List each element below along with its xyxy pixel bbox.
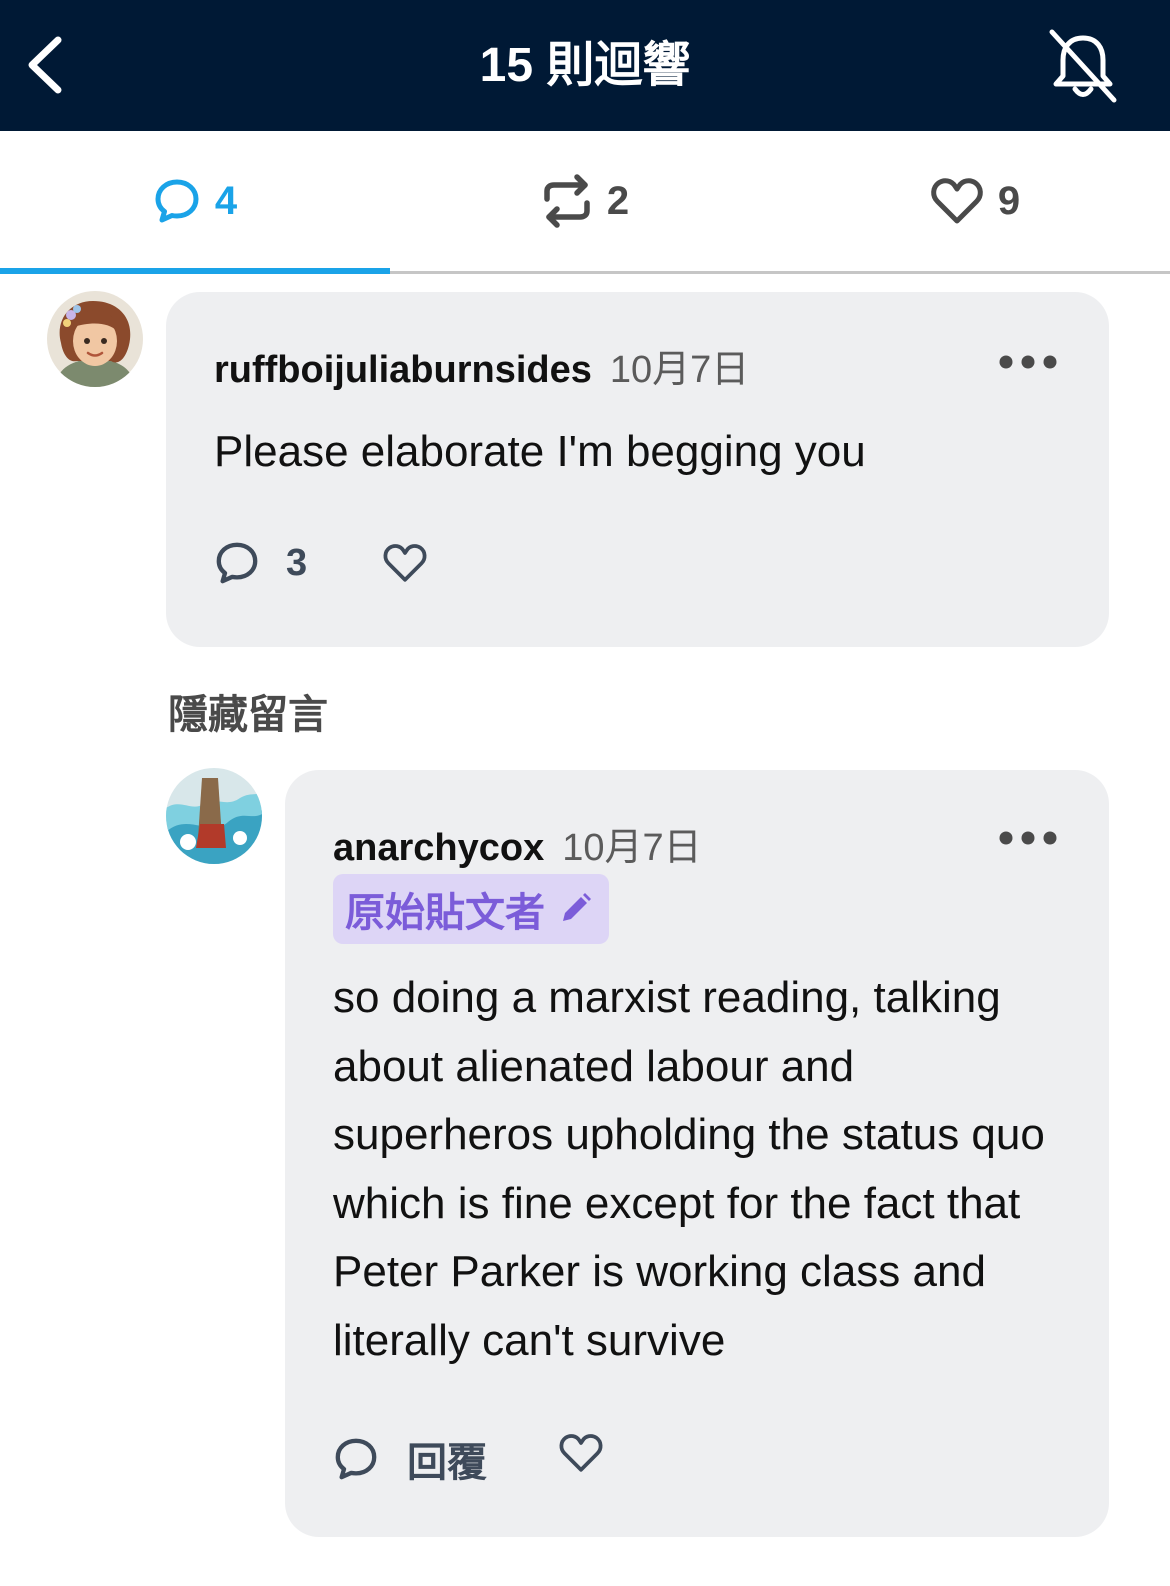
active-tab-indicator xyxy=(0,268,390,274)
comment-icon xyxy=(155,179,199,223)
like-comment-button[interactable] xyxy=(382,542,428,584)
comment-icon xyxy=(335,1438,377,1480)
tab-replies-count: 4 xyxy=(214,178,238,223)
comment-icon xyxy=(216,542,258,584)
reply-action[interactable]: 3 xyxy=(214,540,307,586)
comment-more-button[interactable] xyxy=(998,826,1058,850)
replies-screen: 15 則迴響 4 2 9 ruffboijuliaburnsides 10月7日… xyxy=(0,0,1170,1586)
original-poster-badge: 原始貼文者 xyxy=(333,874,609,944)
tab-replies[interactable]: 4 xyxy=(0,131,390,271)
heart-icon xyxy=(559,1434,603,1472)
comment-date: 10月7日 xyxy=(609,349,750,391)
comment-username[interactable]: anarchycox xyxy=(333,827,544,870)
tab-likes[interactable]: 9 xyxy=(780,131,1170,271)
comment-meta: anarchycox 10月7日 xyxy=(333,816,702,871)
original-poster-label: 原始貼文者 xyxy=(345,891,545,935)
user-avatar-illustration xyxy=(166,768,262,864)
more-horizontal-icon xyxy=(999,831,1057,845)
comment-bubble: ruffboijuliaburnsides 10月7日 Please elabo… xyxy=(166,292,1109,647)
tab-reblogs-count: 2 xyxy=(606,178,630,223)
avatar[interactable] xyxy=(166,768,262,864)
page-title: 15 則迴響 xyxy=(479,39,691,92)
comment-date: 10月7日 xyxy=(562,827,702,869)
comment-text: so doing a marxist reading, talking abou… xyxy=(333,973,1045,1365)
tab-likes-count: 9 xyxy=(997,178,1021,223)
user-avatar-illustration xyxy=(47,291,143,387)
pencil-icon xyxy=(563,893,591,921)
tab-reblogs[interactable]: 2 xyxy=(390,131,780,271)
comment-more-button[interactable] xyxy=(998,350,1058,374)
top-bar: 15 則迴響 xyxy=(0,0,1170,131)
comment-meta: ruffboijuliaburnsides 10月7日 xyxy=(214,338,749,393)
heart-icon xyxy=(931,178,983,224)
comment-text: Please elaborate I'm begging you xyxy=(214,427,866,476)
reply-label: 回覆 xyxy=(407,1441,487,1485)
reblog-icon xyxy=(544,174,590,228)
hidden-comments-link[interactable]: 隱藏留言 xyxy=(168,682,328,740)
mute-notifications-button[interactable] xyxy=(1044,26,1122,106)
more-horizontal-icon xyxy=(999,355,1057,369)
bell-off-icon xyxy=(1049,29,1117,103)
comment-username[interactable]: ruffboijuliaburnsides xyxy=(214,349,592,392)
reply-action[interactable]: 回覆 xyxy=(333,1430,487,1488)
reply-count: 3 xyxy=(286,541,308,584)
heart-icon xyxy=(383,544,427,582)
avatar[interactable] xyxy=(47,291,143,387)
like-comment-button[interactable] xyxy=(558,1432,604,1474)
tab-bar: 4 2 9 xyxy=(0,131,1170,274)
